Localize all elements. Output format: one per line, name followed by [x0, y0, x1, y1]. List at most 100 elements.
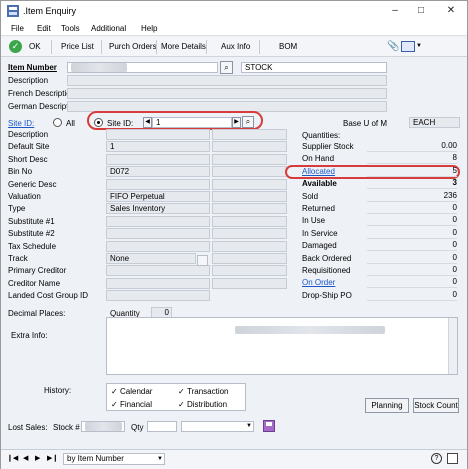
quantity-value: 0: [367, 265, 457, 276]
lookup-icon[interactable]: ⌕: [220, 61, 233, 74]
financial-checkbox-label: Financial: [120, 400, 153, 409]
detail-extra-field: [212, 253, 287, 264]
menu-tools[interactable]: Tools: [61, 24, 80, 33]
track-dropdown-arrow-icon[interactable]: [197, 255, 208, 266]
menu-edit[interactable]: Edit: [37, 24, 51, 33]
stock-count-button[interactable]: Stock Count: [413, 398, 459, 413]
menu-help[interactable]: Help: [141, 24, 157, 33]
item-enquiry-window: .Item Enquiry – □ ✕ File Edit Tools Addi…: [0, 0, 468, 469]
detail-label: Landed Cost Group ID: [8, 291, 89, 300]
ok-check-icon[interactable]: ✓: [9, 40, 22, 53]
planning-button[interactable]: Planning: [365, 398, 409, 413]
extra-info-textarea[interactable]: [106, 317, 458, 375]
qty-input[interactable]: [147, 421, 177, 432]
ok-button[interactable]: OK: [29, 42, 41, 51]
detail-extra-field: [212, 216, 287, 227]
stock-number-input[interactable]: XXXXXXX: [81, 421, 125, 432]
detail-label: Short Desc: [8, 155, 48, 164]
quantity-value: 236: [367, 191, 457, 202]
detail-label: Description: [8, 130, 49, 139]
quantity-label-returned: Returned: [302, 204, 335, 213]
close-icon[interactable]: ✕: [441, 4, 461, 18]
help-icon[interactable]: ?: [431, 453, 442, 464]
detail-extra-field: [212, 154, 287, 165]
item-number-label: Item Number: [8, 63, 57, 72]
next-site-icon[interactable]: ▶: [232, 117, 241, 128]
last-record-icon[interactable]: ▶❙: [47, 454, 58, 462]
detail-value: [106, 129, 210, 140]
sort-chevron-down-icon[interactable]: ▼: [155, 453, 165, 465]
detail-label: Default Site: [8, 142, 50, 151]
toolbar-divider: [156, 40, 157, 54]
site-lookup-icon[interactable]: ⌕: [242, 116, 254, 128]
transaction-check-icon[interactable]: ✓: [178, 387, 185, 396]
all-radio[interactable]: [53, 118, 62, 127]
site-radio[interactable]: [94, 118, 103, 127]
previous-record-icon[interactable]: ◀: [23, 454, 28, 462]
stock-number-label: Stock #: [53, 423, 80, 432]
quantity-value: 0: [367, 215, 457, 226]
quantity-value: 3: [367, 178, 457, 189]
detail-value: D072: [106, 166, 210, 177]
distribution-check-icon[interactable]: ✓: [178, 400, 185, 409]
item-number-input[interactable]: MASKED TEXT: [67, 62, 218, 73]
financial-check-icon[interactable]: ✓: [111, 400, 118, 409]
sort-order-select[interactable]: by Item Number: [63, 453, 165, 465]
reason-chevron-down-icon[interactable]: ▼: [244, 421, 254, 432]
detail-value: [106, 216, 210, 227]
quantity-label-allocated[interactable]: Allocated: [302, 167, 335, 176]
window-layout-icon[interactable]: [401, 41, 415, 52]
menu-additional[interactable]: Additional: [91, 24, 126, 33]
chevron-down-icon[interactable]: ▼: [416, 43, 422, 49]
toolbar-divider: [101, 40, 102, 54]
next-record-icon[interactable]: ▶: [35, 454, 40, 462]
quantity-value: 0.00: [367, 141, 457, 152]
quantity-value: 0: [367, 277, 457, 288]
detail-label: Valuation: [8, 192, 41, 201]
quantity-label-available: Available: [302, 179, 337, 188]
first-record-icon[interactable]: ❙◀: [7, 454, 18, 462]
bom-button[interactable]: BOM: [279, 42, 297, 51]
detail-label: Substitute #1: [8, 217, 55, 226]
site-id-link[interactable]: Site ID:: [8, 119, 34, 128]
quantity-label-damaged: Damaged: [302, 241, 337, 250]
site-id-input[interactable]: 1: [152, 117, 232, 128]
quantity-label-in-use: In Use: [302, 216, 326, 225]
aux-info-button[interactable]: Aux Info: [221, 42, 250, 51]
detail-value: [106, 228, 210, 239]
purch-orders-button[interactable]: Purch Orders: [109, 42, 157, 51]
quantity-value: 5: [367, 166, 457, 177]
more-details-button[interactable]: More Details: [161, 42, 206, 51]
base-uom-field: EACH: [409, 117, 460, 128]
menu-file[interactable]: File: [11, 24, 24, 33]
detail-value: [106, 154, 210, 165]
detail-value: [106, 241, 210, 252]
toolbar-divider: [206, 40, 207, 54]
distribution-checkbox-label: Distribution: [187, 400, 228, 409]
quantity-label-in-service: In Service: [302, 229, 338, 238]
note-icon[interactable]: [447, 453, 458, 464]
extra-info-label: Extra Info:: [11, 331, 48, 340]
price-list-button[interactable]: Price List: [61, 42, 94, 51]
save-disk-icon[interactable]: [263, 420, 275, 432]
detail-extra-field: [212, 241, 287, 252]
detail-extra-field: [212, 191, 287, 202]
item-type-field: STOCK: [241, 62, 387, 73]
detail-extra-field: [212, 141, 287, 152]
site-radio-label: Site ID:: [107, 119, 134, 128]
qty-label: Qty: [131, 423, 144, 432]
lost-sales-label: Lost Sales:: [8, 423, 48, 432]
quantity-value: 0: [367, 290, 457, 301]
quantity-label-back-ordered: Back Ordered: [302, 254, 352, 263]
maximize-icon[interactable]: □: [411, 4, 431, 18]
previous-site-icon[interactable]: ◀: [143, 117, 152, 128]
minimize-icon[interactable]: –: [385, 4, 405, 18]
calendar-check-icon[interactable]: ✓: [111, 387, 118, 396]
detail-extra-field: [212, 129, 287, 140]
toolbar-divider: [51, 40, 52, 54]
detail-value: [106, 278, 210, 289]
detail-label: Substitute #2: [8, 229, 55, 238]
paperclip-icon[interactable]: 📎: [387, 41, 399, 52]
detail-label: Primary Creditor: [8, 266, 67, 275]
quantity-label-on-order[interactable]: On Order: [302, 278, 335, 287]
